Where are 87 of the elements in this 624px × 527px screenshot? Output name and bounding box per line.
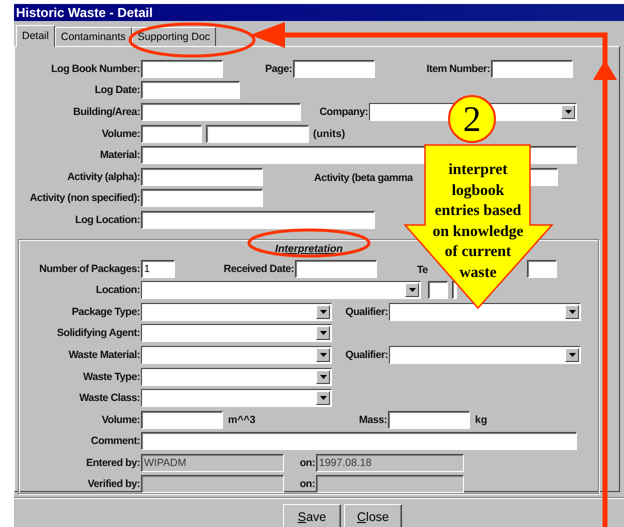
- text-field[interactable]: [141, 210, 375, 229]
- unit-label: (units): [313, 128, 346, 140]
- dropdown-button[interactable]: [405, 283, 419, 298]
- field-label: Page:: [264, 62, 293, 75]
- caret-icon: [320, 331, 326, 336]
- caret-icon: [408, 288, 416, 292]
- readonly-field: WIPADM: [141, 454, 284, 472]
- text-field[interactable]: [527, 260, 557, 278]
- caret-icon: [564, 110, 572, 114]
- text-field[interactable]: [295, 260, 377, 278]
- field-label: Mass:: [358, 414, 388, 426]
- dropdown-button[interactable]: [316, 326, 330, 340]
- field-label: Location:: [94, 284, 141, 296]
- field-label: Waste Class:: [78, 392, 141, 404]
- field-label: Verified by:: [86, 478, 141, 490]
- dropdown-button[interactable]: [316, 304, 330, 319]
- dialog-button[interactable]: Save: [283, 504, 341, 527]
- combo-box[interactable]: [141, 368, 332, 386]
- field-label: on:: [298, 456, 316, 469]
- text-field[interactable]: [491, 60, 573, 78]
- field-label: Qualifier:: [344, 306, 389, 318]
- caret-icon: [320, 310, 326, 314]
- dropdown-button[interactable]: [316, 370, 330, 384]
- field-label: Solidifying Agent:: [56, 327, 141, 340]
- text-field[interactable]: [141, 60, 223, 78]
- field-label: Number of Packages:: [38, 262, 141, 275]
- field-label: Comment:: [90, 435, 141, 448]
- unit-label: m^^3: [228, 414, 256, 426]
- caret-icon: [568, 310, 576, 314]
- tab[interactable]: Detail: [16, 25, 55, 47]
- caret-icon: [320, 374, 326, 379]
- combo-box[interactable]: [389, 302, 581, 321]
- text-field[interactable]: [428, 281, 448, 300]
- combo-box[interactable]: [389, 346, 581, 364]
- text-field[interactable]: [141, 189, 263, 208]
- field-label: on:: [298, 478, 316, 490]
- dialog-button[interactable]: Close: [344, 504, 402, 527]
- field-label: Log Location:: [74, 214, 141, 226]
- field-label: Entered by:: [85, 456, 141, 469]
- callout-text: interpret logbook entries based on knowledge of current waste: [432, 160, 524, 282]
- field-label: Activity (non specified):: [28, 192, 141, 204]
- combo-box[interactable]: [141, 281, 421, 300]
- field-label: Building/Area:: [72, 106, 141, 118]
- text-field[interactable]: [141, 432, 577, 450]
- dropdown-button[interactable]: [316, 348, 330, 362]
- window-title: Historic Waste - Detail: [14, 4, 624, 21]
- combo-box[interactable]: [141, 389, 332, 408]
- caret-icon: [320, 352, 326, 357]
- text-field[interactable]: [452, 281, 457, 300]
- tab[interactable]: Contaminants: [54, 27, 132, 46]
- dropdown-button[interactable]: [565, 304, 579, 319]
- combo-box[interactable]: [141, 346, 332, 364]
- field-label: Received Date:: [222, 262, 295, 275]
- field-label: Activity (alpha):: [66, 170, 141, 183]
- caret-icon: [568, 352, 576, 357]
- text-field[interactable]: [141, 102, 301, 121]
- tab[interactable]: Supporting Doc: [132, 27, 216, 46]
- combo-box[interactable]: [141, 302, 332, 321]
- field-label: Waste Type:: [82, 370, 141, 383]
- field-label: Log Book Number:: [50, 62, 141, 75]
- field-label: Item Number:: [426, 62, 491, 75]
- text-field[interactable]: [141, 410, 223, 429]
- text-field[interactable]: [206, 124, 309, 143]
- text-field[interactable]: 1: [141, 260, 175, 278]
- text-field[interactable]: [141, 81, 240, 100]
- field-label: Volume:: [100, 414, 141, 426]
- caret-icon: [320, 396, 326, 400]
- section-heading: Interpretation: [275, 242, 343, 255]
- unit-label: kg: [475, 414, 488, 426]
- field-label: Package Type:: [70, 306, 141, 318]
- field-label: Waste Material:: [68, 348, 141, 361]
- text-field[interactable]: [388, 410, 470, 429]
- field-label: Activity (beta gamma: [314, 172, 414, 184]
- dropdown-button[interactable]: [565, 348, 579, 362]
- text-field[interactable]: [141, 168, 263, 186]
- dropdown-button[interactable]: [561, 104, 575, 119]
- field-label: Material:: [98, 149, 141, 162]
- field-label: Log Date:: [94, 84, 141, 96]
- dropdown-button[interactable]: [316, 391, 330, 406]
- readonly-field: 1997.08.18: [316, 454, 464, 472]
- field-label: Volume:: [100, 128, 141, 140]
- text-field[interactable]: [293, 60, 375, 78]
- field-label: Company:: [318, 106, 369, 118]
- field-label: Te: [417, 264, 429, 276]
- combo-box[interactable]: [141, 324, 332, 342]
- text-field[interactable]: [141, 124, 202, 143]
- field-label: Qualifier:: [344, 348, 389, 361]
